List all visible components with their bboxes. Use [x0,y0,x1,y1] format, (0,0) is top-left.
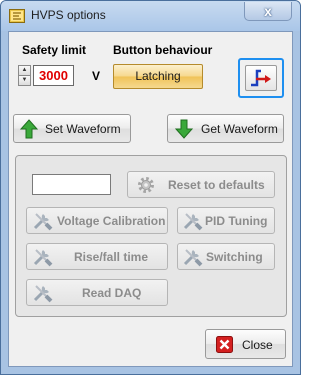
button-behaviour-label: Button behaviour [113,43,213,57]
reset-label: Reset to defaults [168,178,265,192]
hvps-options-window: HVPS options x Safety limit Button behav… [0,0,301,375]
switching-button[interactable]: Switching [177,243,275,270]
title-bar[interactable]: HVPS options x [1,1,300,31]
dialog-body: Safety limit Button behaviour ▲ ▼ 3000 V… [8,31,293,367]
reset-to-defaults-button[interactable]: Reset to defaults [127,171,275,198]
get-waveform-button[interactable]: Get Waveform [167,114,284,143]
close-button[interactable]: Close [205,329,286,359]
wrench-screwdriver-icon [183,249,203,267]
safety-limit-stepper[interactable]: ▲ ▼ [18,65,31,86]
pid-tuning-label: PID Tuning [205,214,268,228]
waveform-button[interactable] [238,58,284,98]
window-close-button[interactable]: x [244,2,292,21]
voltage-calibration-button[interactable]: Voltage Calibration [26,207,168,234]
gear-icon [138,177,154,193]
pid-tuning-button[interactable]: PID Tuning [177,207,275,234]
arrow-down-icon [175,119,193,139]
safety-limit-label: Safety limit [22,43,87,57]
wrench-screwdriver-icon [33,249,53,267]
rise-fall-label: Rise/fall time [74,250,149,264]
window-frame-bottom [2,367,299,374]
read-daq-button[interactable]: Read DAQ [26,279,168,306]
rise-fall-time-button[interactable]: Rise/fall time [26,243,168,270]
step-waveform-icon [251,69,271,87]
get-waveform-label: Get Waveform [201,122,278,136]
waveform-button-face [245,65,277,91]
voltage-calibration-label: Voltage Calibration [57,214,166,228]
set-waveform-button[interactable]: Set Waveform [13,114,131,143]
window-title: HVPS options [31,8,106,22]
latching-toggle[interactable]: Latching [113,64,203,89]
advanced-options-panel: Reset to defaults Voltage Calibration PI… [15,155,287,317]
unit-label: V [92,69,101,83]
read-daq-label: Read DAQ [82,286,142,300]
arrow-up-icon [20,119,38,139]
switching-label: Switching [206,250,263,264]
wrench-screwdriver-icon [33,285,53,303]
decrement-button[interactable]: ▼ [18,75,31,86]
wrench-screwdriver-icon [33,213,53,231]
wrench-screwdriver-icon [183,213,203,231]
status-field [32,174,111,195]
close-label: Close [242,338,273,352]
set-waveform-label: Set Waveform [45,122,121,136]
safety-limit-input[interactable]: 3000 [33,65,74,86]
app-icon [9,9,25,23]
close-icon [216,336,233,353]
